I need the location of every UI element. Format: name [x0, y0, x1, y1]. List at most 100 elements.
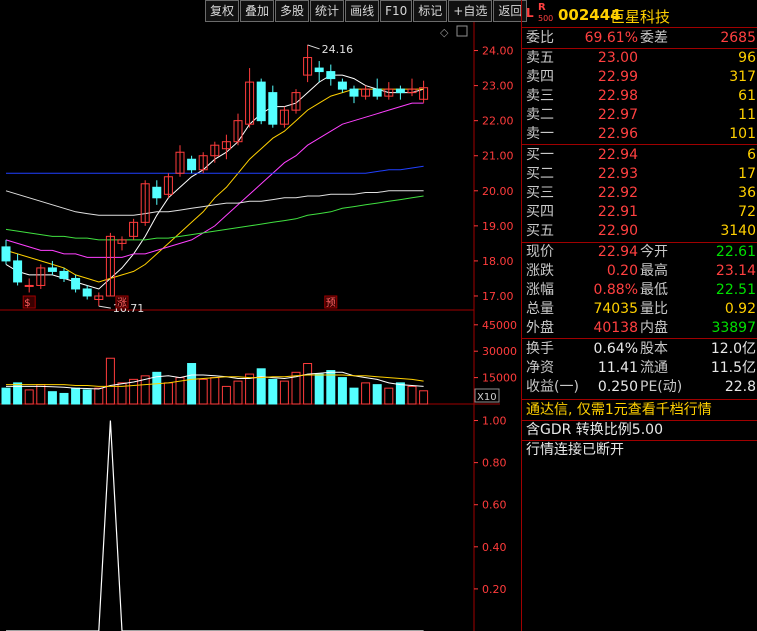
sell-price: 22.99 [597, 69, 638, 85]
ma-line-ma250 [5, 195, 424, 241]
notice-1: 含GDR 转换比例5.00 [526, 422, 663, 438]
volume-bar [129, 378, 139, 405]
sell-label: 卖二 [526, 107, 554, 123]
event-marker: 预 [326, 297, 336, 309]
volume-tick-label: 15000 [482, 372, 517, 385]
candle-body [82, 288, 92, 297]
quote-row: 现价 22.94 今开 22.61 [522, 243, 757, 261]
weicha-label: 委差 [640, 30, 668, 46]
quote-value: 0.88% [593, 282, 638, 298]
weibi-row: 委比 69.61% 委差 2685 [522, 29, 757, 47]
notice-2: 行情连接已断开 [526, 442, 624, 458]
sell-volume: 11 [738, 107, 756, 123]
sell-row[interactable]: 卖二 22.97 11 [522, 106, 757, 124]
toolbar-button-2[interactable]: 多股 [275, 0, 310, 22]
volume-bar [372, 384, 382, 405]
indicator-tick-label: 0.20 [482, 583, 507, 596]
candle-body [349, 88, 359, 97]
price-tick-label: 21.00 [482, 150, 514, 163]
quote-label: 总量 [526, 301, 554, 317]
quote-label: 最高 [640, 263, 668, 279]
quote-value: 0.20 [606, 263, 638, 279]
buy-row[interactable]: 买三 22.92 36 [522, 184, 757, 202]
buy-label: 买三 [526, 185, 554, 201]
quote-value: 40138 [593, 320, 638, 336]
volume-bar [47, 391, 57, 405]
buy-price: 22.92 [597, 185, 638, 201]
stat-value: 22.8 [724, 379, 756, 395]
volume-bar [163, 382, 173, 405]
quote-label: 量比 [640, 301, 668, 317]
toolbar-button-1[interactable]: 叠加 [240, 0, 275, 22]
candle-body [268, 92, 278, 125]
indicator-tick-label: 0.40 [482, 541, 507, 554]
toolbar-button-5[interactable]: F10 [380, 0, 413, 22]
buy-row[interactable]: 买四 22.91 72 [522, 203, 757, 221]
candle-body [1, 246, 11, 262]
sell-row[interactable]: 卖五 23.00 96 [522, 49, 757, 67]
quote-value: 0.92 [724, 301, 756, 317]
flag-l: L [526, 6, 534, 20]
stat-value: 11.5亿 [710, 360, 756, 376]
volume-bar [1, 387, 11, 405]
candle-body [337, 81, 347, 90]
high-label: 24.16 [322, 43, 354, 56]
stock-name: 巨星科技 [610, 8, 671, 26]
quote-value: 33897 [711, 320, 756, 336]
quote-row: 涨幅 0.88% 最低 22.51 [522, 281, 757, 299]
toolbar-button-3[interactable]: 统计 [310, 0, 345, 22]
buy-volume: 36 [738, 185, 756, 201]
volume-bar [303, 363, 313, 405]
candle-body [13, 260, 23, 283]
sell-row[interactable]: 卖一 22.96 101 [522, 125, 757, 143]
buy-volume: 3140 [720, 223, 756, 239]
buy-label: 买一 [526, 147, 554, 163]
chart-area[interactable]: 24.00 23.00 22.00 21.00 20.00 19.00 18.00 17.00… [0, 22, 521, 631]
sell-volume: 101 [729, 126, 756, 142]
sell-row[interactable]: 卖三 22.98 61 [522, 87, 757, 105]
quote-label: 内盘 [640, 320, 668, 336]
sell-label: 卖五 [526, 50, 554, 66]
candle-body [71, 277, 81, 290]
sell-price: 23.00 [597, 50, 638, 66]
buy-row[interactable]: 买一 22.94 6 [522, 146, 757, 164]
volume-bar [198, 378, 208, 405]
buy-row[interactable]: 买五 22.90 3140 [522, 222, 757, 240]
volume-bar [221, 385, 231, 405]
toolbar-button-7[interactable]: +自选 [448, 0, 493, 22]
sell-label: 卖四 [526, 69, 554, 85]
volume-bar [395, 382, 405, 405]
sell-volume: 317 [729, 69, 756, 85]
stat-label: 净资 [526, 360, 554, 376]
quote-value: 74035 [593, 301, 638, 317]
buy-row[interactable]: 买二 22.93 17 [522, 165, 757, 183]
volume-bar [71, 387, 81, 405]
volume-tick-label: 45000 [482, 319, 517, 332]
sell-row[interactable]: 卖四 22.99 317 [522, 68, 757, 86]
volume-bar [407, 385, 417, 405]
toolbar-button-0[interactable]: 复权 [205, 0, 240, 22]
ma-line-ma120 [5, 190, 424, 216]
volume-bar [82, 389, 92, 405]
stat-label: 收益(一) [526, 379, 579, 395]
quote-value: 22.61 [715, 244, 756, 260]
weibi-value: 69.61% [584, 30, 638, 46]
ma-line-ma20 [5, 102, 424, 258]
quote-label: 最低 [640, 282, 668, 298]
event-marker: $ [24, 298, 30, 309]
buy-volume: 17 [738, 166, 756, 182]
toolbar-button-6[interactable]: 标记 [413, 0, 448, 22]
candle-body [47, 267, 57, 272]
volume-bar [337, 377, 347, 405]
stat-value: 0.64% [593, 341, 638, 357]
stat-row: 收益(一) 0.250 PE(动) 22.8 [522, 378, 757, 396]
buy-label: 买二 [526, 166, 554, 182]
low-pointer [98, 305, 111, 309]
notice-0[interactable]: 通达信, 仅需1元查看千档行情 [526, 401, 712, 419]
price-tick-label: 22.00 [482, 115, 514, 128]
volume-bar [59, 392, 69, 405]
stat-value: 0.250 [597, 379, 638, 395]
volume-bar [361, 382, 371, 405]
stat-value: 11.41 [597, 360, 638, 376]
toolbar-button-4[interactable]: 画线 [345, 0, 380, 22]
